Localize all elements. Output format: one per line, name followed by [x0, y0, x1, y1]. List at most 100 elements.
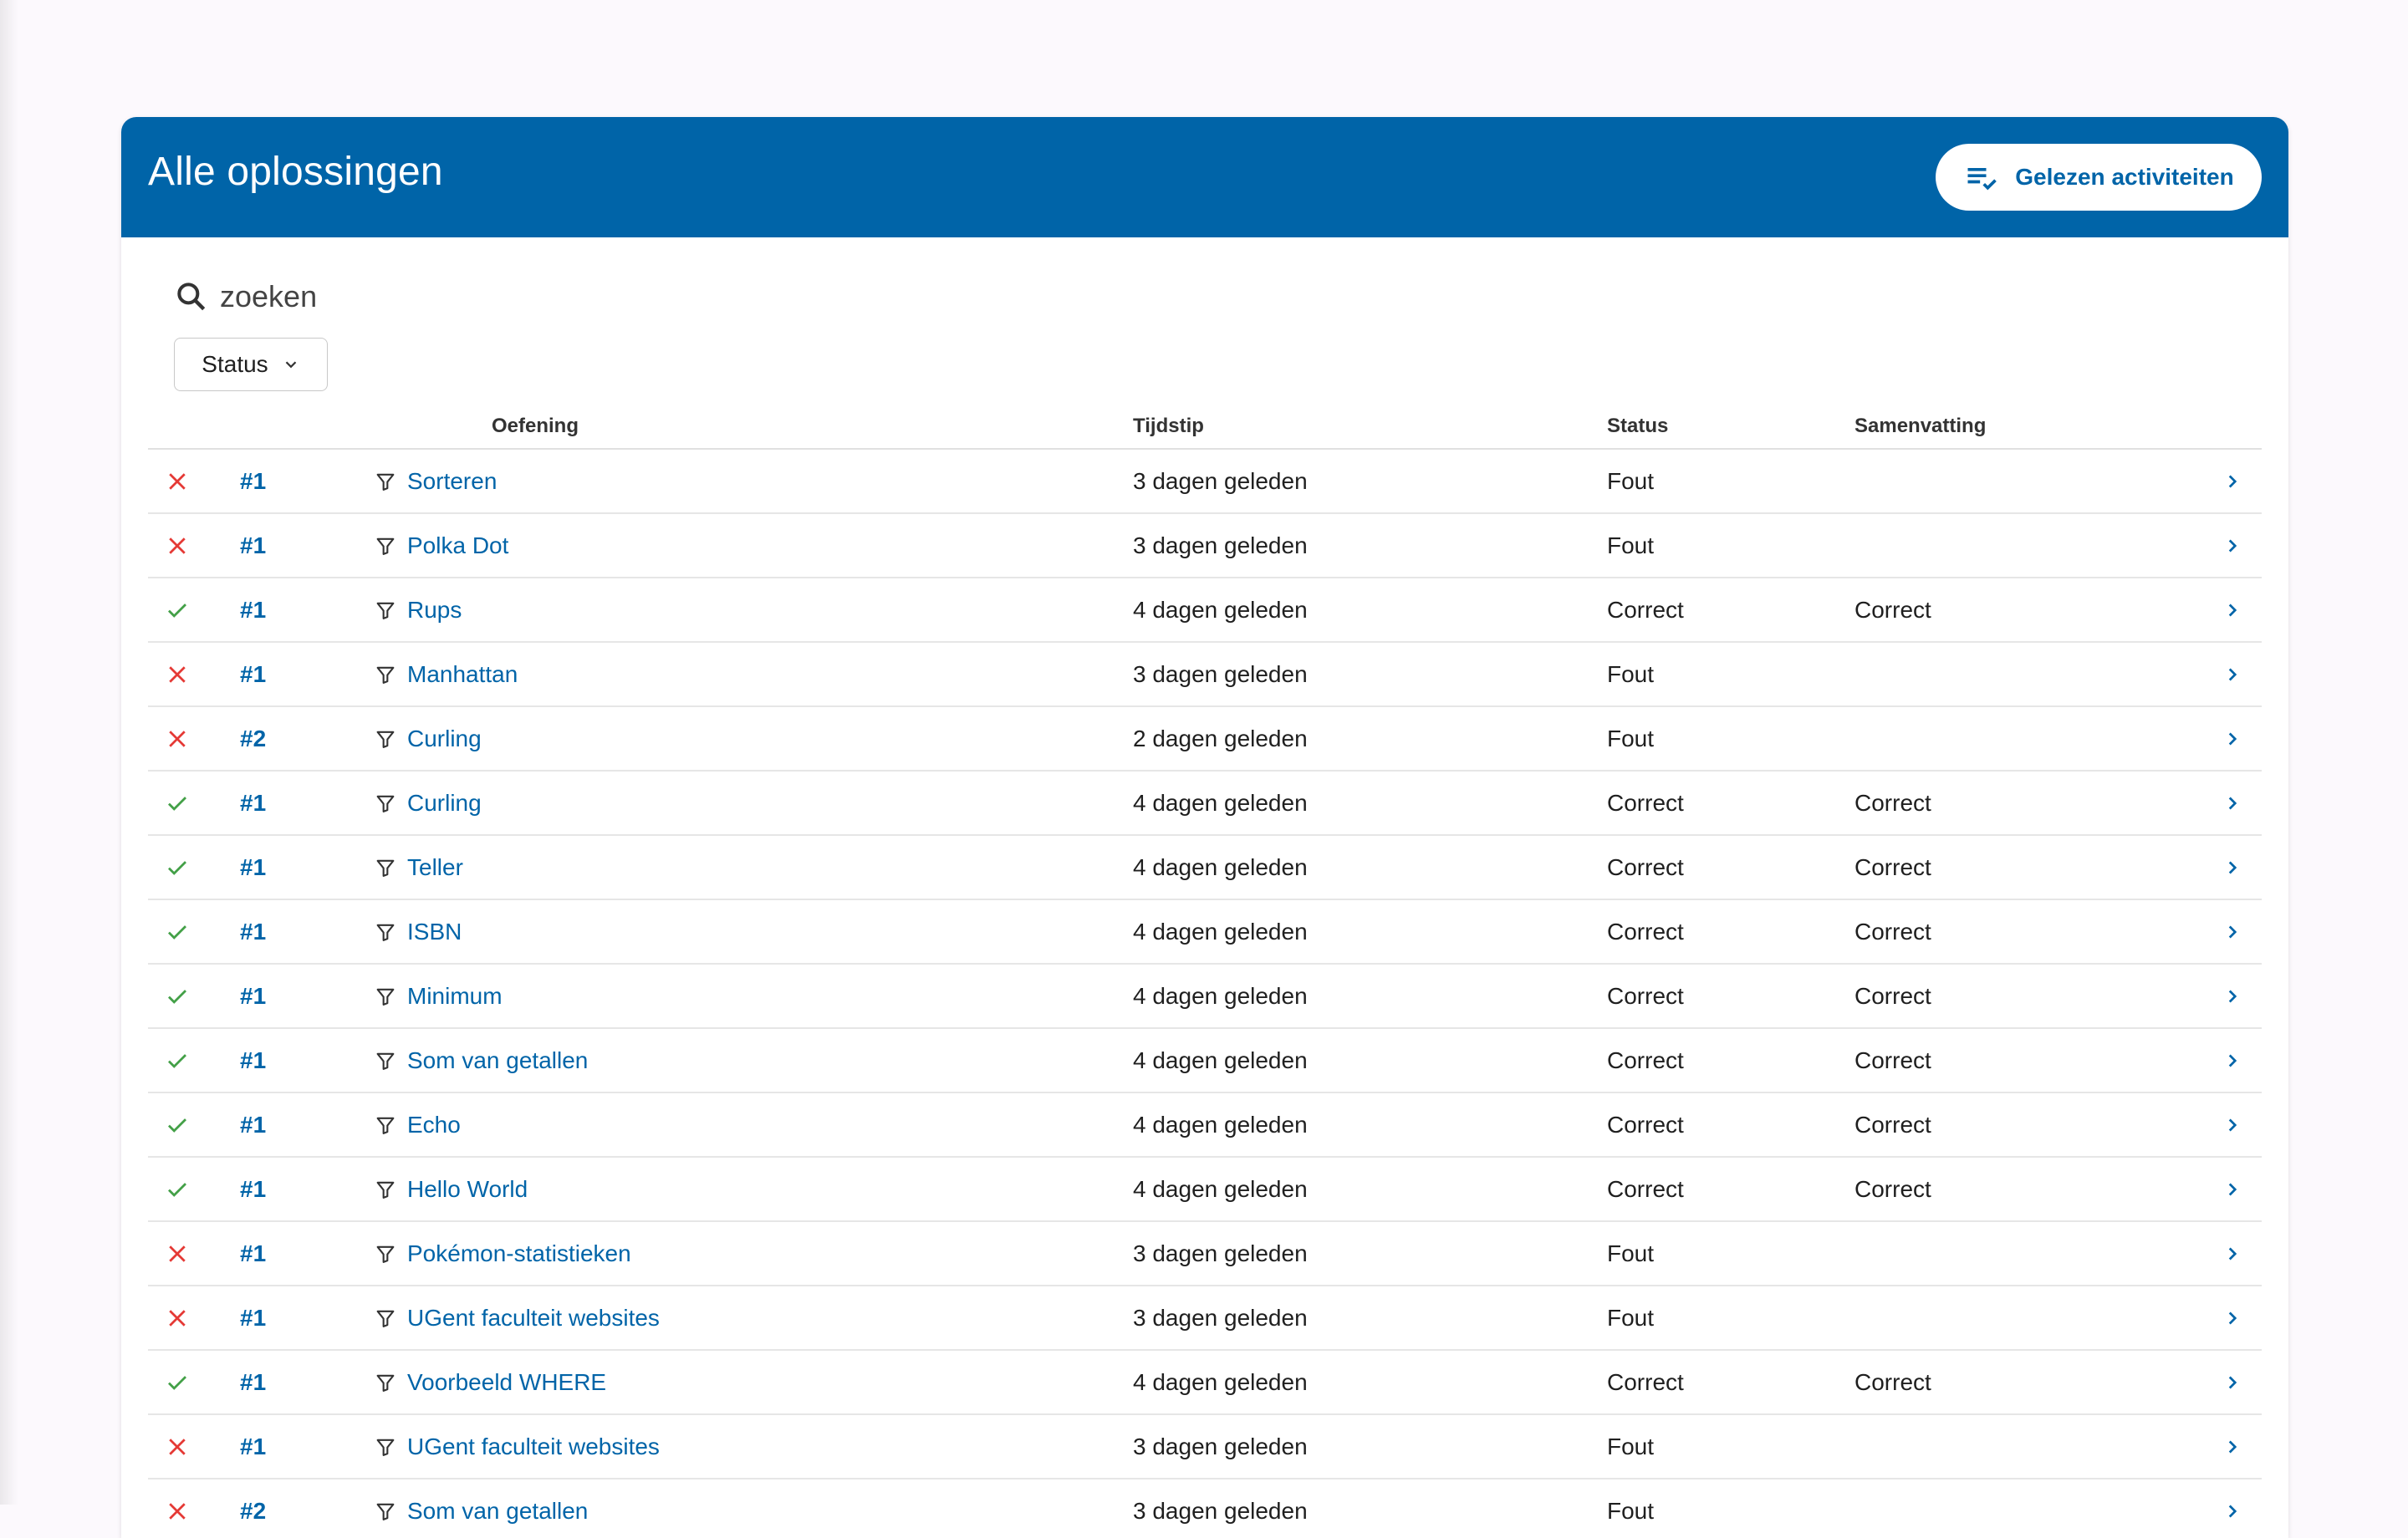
- exercise-link[interactable]: ISBN: [407, 919, 462, 945]
- filter-icon[interactable]: [374, 1049, 397, 1072]
- open-row-button[interactable]: [2222, 578, 2247, 641]
- open-row-button[interactable]: [2222, 836, 2247, 899]
- open-row-button[interactable]: [2222, 707, 2247, 770]
- exercise-link[interactable]: Curling: [407, 790, 482, 817]
- submission-number-link[interactable]: #2: [240, 1479, 266, 1538]
- exercise-link[interactable]: UGent faculteit websites: [407, 1434, 660, 1460]
- filter-icon[interactable]: [374, 470, 397, 493]
- time-cell: 3 dagen geleden: [1133, 1240, 1308, 1266]
- table-row[interactable]: #2 Som van getallen 3 dagen geleden Fout: [148, 1479, 2262, 1538]
- open-row-button[interactable]: [2222, 772, 2247, 834]
- submission-number-link[interactable]: #1: [240, 772, 266, 834]
- filter-icon[interactable]: [374, 856, 397, 879]
- open-row-button[interactable]: [2222, 514, 2247, 577]
- filter-icon[interactable]: [374, 985, 397, 1008]
- filter-icon[interactable]: [374, 534, 397, 558]
- exercise-link[interactable]: Manhattan: [407, 661, 518, 688]
- submission-number-link[interactable]: #1: [240, 965, 266, 1027]
- exercise-link[interactable]: Curling: [407, 726, 482, 752]
- summary-cell: Correct: [1854, 918, 1931, 945]
- open-row-button[interactable]: [2222, 1093, 2247, 1156]
- table-row[interactable]: #1 Pokémon-statistieken 3 dagen geleden …: [148, 1222, 2262, 1286]
- read-activities-button[interactable]: Gelezen activiteiten: [1936, 144, 2262, 211]
- open-row-button[interactable]: [2222, 1351, 2247, 1413]
- table-row[interactable]: #2 Curling 2 dagen geleden Fout: [148, 707, 2262, 772]
- submission-number-link[interactable]: #1: [240, 900, 266, 963]
- submission-number-link[interactable]: #1: [240, 1093, 266, 1156]
- check-icon: [168, 989, 186, 1004]
- filter-icon[interactable]: [374, 1306, 397, 1330]
- table-row[interactable]: #1 Polka Dot 3 dagen geleden Fout: [148, 514, 2262, 578]
- table-row[interactable]: #1 Teller 4 dagen geleden Correct Correc…: [148, 836, 2262, 900]
- table-row[interactable]: #1 Voorbeeld WHERE 4 dagen geleden Corre…: [148, 1351, 2262, 1415]
- open-row-button[interactable]: [2222, 1479, 2247, 1538]
- status-cell: Fout: [1607, 467, 1655, 494]
- chevron-right-icon: [2228, 1118, 2237, 1131]
- open-row-button[interactable]: [2222, 1029, 2247, 1092]
- filter-icon[interactable]: [374, 1371, 397, 1394]
- exercise-link[interactable]: UGent faculteit websites: [407, 1305, 660, 1332]
- submission-number-link[interactable]: #2: [240, 707, 266, 770]
- time-cell: 4 dagen geleden: [1133, 1111, 1308, 1138]
- filter-icon[interactable]: [374, 1242, 397, 1266]
- open-row-button[interactable]: [2222, 1415, 2247, 1478]
- table-row[interactable]: #1 Som van getallen 4 dagen geleden Corr…: [148, 1029, 2262, 1093]
- open-row-button[interactable]: [2222, 1286, 2247, 1349]
- submission-number-link[interactable]: #1: [240, 836, 266, 899]
- submission-number-link[interactable]: #1: [240, 578, 266, 641]
- filter-icon[interactable]: [374, 1435, 397, 1459]
- table-row[interactable]: #1 Minimum 4 dagen geleden Correct Corre…: [148, 965, 2262, 1029]
- exercise-link[interactable]: Som van getallen: [407, 1498, 588, 1525]
- cross-icon: [169, 1245, 186, 1262]
- table-row[interactable]: #1 UGent faculteit websites 3 dagen gele…: [148, 1286, 2262, 1351]
- filter-icon[interactable]: [374, 1113, 397, 1137]
- open-row-button[interactable]: [2222, 900, 2247, 963]
- table-row[interactable]: #1 ISBN 4 dagen geleden Correct Correct: [148, 900, 2262, 965]
- open-row-button[interactable]: [2222, 643, 2247, 705]
- filter-icon[interactable]: [374, 663, 397, 686]
- submission-number-link[interactable]: #1: [240, 643, 266, 705]
- filter-icon[interactable]: [374, 1178, 397, 1201]
- filter-icon[interactable]: [374, 1500, 397, 1523]
- table-row[interactable]: #1 Hello World 4 dagen geleden Correct C…: [148, 1158, 2262, 1222]
- filter-icon[interactable]: [374, 792, 397, 815]
- submission-number-link[interactable]: #1: [240, 1415, 266, 1478]
- exercise-link[interactable]: Som van getallen: [407, 1047, 588, 1074]
- submission-number-link[interactable]: #1: [240, 1158, 266, 1220]
- exercise-cell: Curling: [374, 772, 482, 834]
- open-row-button[interactable]: [2222, 1158, 2247, 1220]
- table-row[interactable]: #1 UGent faculteit websites 3 dagen gele…: [148, 1415, 2262, 1479]
- exercise-link[interactable]: Sorteren: [407, 468, 497, 495]
- filter-icon[interactable]: [374, 727, 397, 751]
- submission-number-link[interactable]: #1: [240, 1286, 266, 1349]
- submission-number-link[interactable]: #1: [240, 1222, 266, 1285]
- submission-number-link[interactable]: #1: [240, 450, 266, 512]
- exercise-link[interactable]: Minimum: [407, 983, 503, 1010]
- table-row[interactable]: #1 Manhattan 3 dagen geleden Fout: [148, 643, 2262, 707]
- summary-cell: Correct: [1854, 853, 1931, 880]
- table-row[interactable]: #1 Curling 4 dagen geleden Correct Corre…: [148, 772, 2262, 836]
- filter-icon[interactable]: [374, 598, 397, 622]
- exercise-link[interactable]: Voorbeeld WHERE: [407, 1369, 606, 1396]
- exercise-link[interactable]: Polka Dot: [407, 532, 508, 559]
- search-input[interactable]: [220, 279, 722, 314]
- table-row[interactable]: #1 Sorteren 3 dagen geleden Fout: [148, 450, 2262, 514]
- check-icon: [168, 796, 186, 811]
- filter-icon[interactable]: [374, 920, 397, 944]
- submission-number-link[interactable]: #1: [240, 514, 266, 577]
- open-row-button[interactable]: [2222, 1222, 2247, 1285]
- exercise-link[interactable]: Pokémon-statistieken: [407, 1240, 631, 1267]
- open-row-button[interactable]: [2222, 965, 2247, 1027]
- exercise-link[interactable]: Rups: [407, 597, 462, 624]
- table-row[interactable]: #1 Rups 4 dagen geleden Correct Correct: [148, 578, 2262, 643]
- exercise-link[interactable]: Echo: [407, 1112, 461, 1138]
- submission-number-link[interactable]: #1: [240, 1029, 266, 1092]
- open-row-button[interactable]: [2222, 450, 2247, 512]
- check-icon: [168, 924, 186, 940]
- status-filter-dropdown[interactable]: Status: [174, 338, 328, 391]
- table-row[interactable]: #1 Echo 4 dagen geleden Correct Correct: [148, 1093, 2262, 1158]
- submission-number-link[interactable]: #1: [240, 1351, 266, 1413]
- exercise-link[interactable]: Teller: [407, 854, 463, 881]
- exercise-link[interactable]: Hello World: [407, 1176, 528, 1203]
- cross-icon: [169, 1502, 186, 1520]
